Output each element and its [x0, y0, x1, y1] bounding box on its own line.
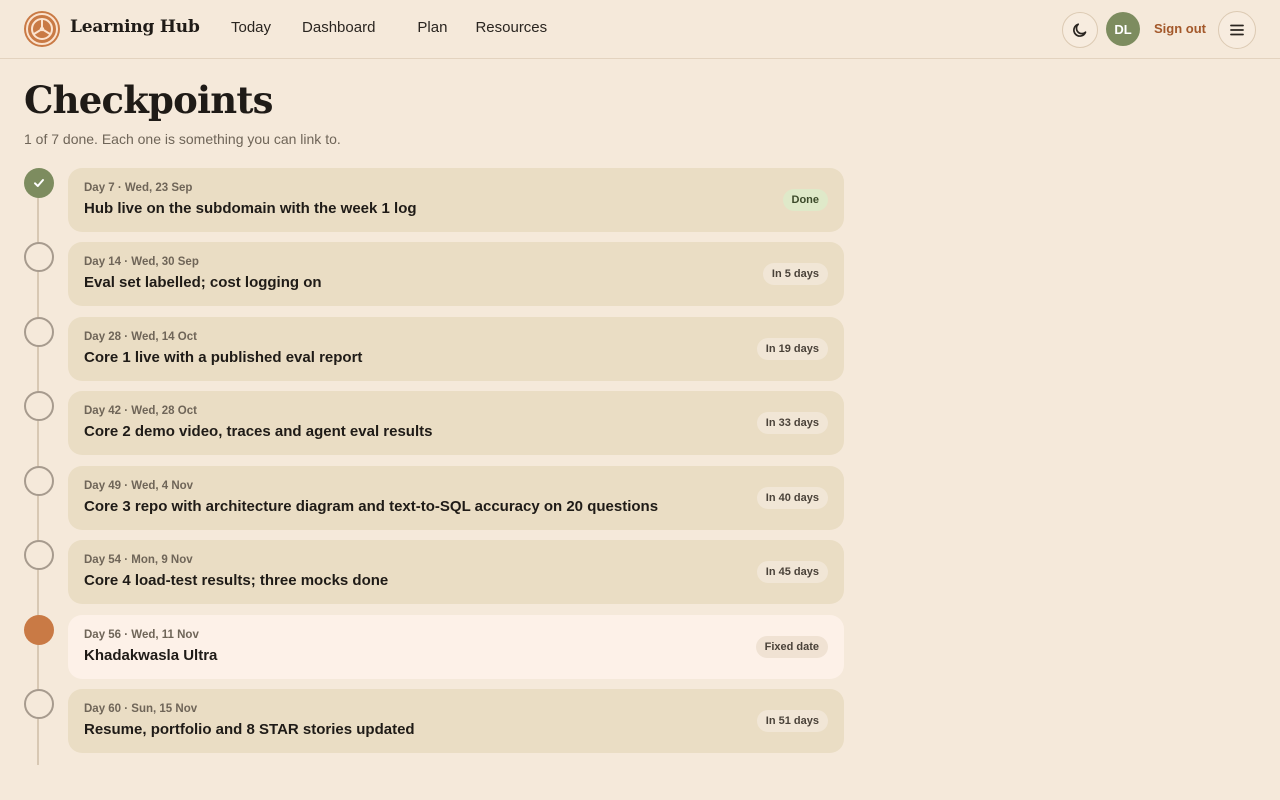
checkpoint-title: Core 4 load-test results; three mocks do…: [84, 572, 389, 589]
checkpoint-date: Day 7 · Wed, 23 Sep: [84, 182, 193, 194]
checkpoint-title: Eval set labelled; cost logging on: [84, 274, 322, 291]
nav-resources[interactable]: Resources: [475, 19, 547, 36]
checkpoint-title: Core 1 live with a published eval report: [84, 349, 363, 366]
checkpoint-card[interactable]: Day 28 · Wed, 14 Oct Core 1 live with a …: [68, 317, 844, 381]
theme-toggle-button[interactable]: [1062, 12, 1098, 48]
checkpoint-date: Day 28 · Wed, 14 Oct: [84, 331, 197, 343]
sign-out-link[interactable]: Sign out: [1154, 21, 1206, 36]
nav-plan[interactable]: Plan: [417, 19, 447, 36]
nav-dashboard[interactable]: Dashboard: [302, 19, 375, 36]
status-badge: In 33 days: [756, 412, 828, 434]
checkpoint-status-open: [24, 466, 54, 496]
checkpoint-date: Day 54 · Mon, 9 Nov: [84, 554, 193, 566]
status-badge: In 51 days: [756, 710, 828, 732]
top-header: Learning Hub Today Dashboard Plan Resour…: [0, 0, 1280, 59]
checkpoint-date: Day 56 · Wed, 11 Nov: [84, 629, 199, 641]
checkpoint-status-open: [24, 540, 54, 570]
status-badge: In 19 days: [756, 338, 828, 360]
status-badge: In 45 days: [756, 561, 828, 583]
checkpoint-status-fixed: [24, 615, 54, 645]
moon-icon: [1073, 23, 1087, 37]
checkpoint-title: Hub live on the subdomain with the week …: [84, 200, 417, 217]
nav-today[interactable]: Today: [231, 19, 271, 36]
checkpoint-card[interactable]: Day 60 · Sun, 15 Nov Resume, portfolio a…: [68, 689, 844, 753]
checkpoint-date: Day 42 · Wed, 28 Oct: [84, 405, 197, 417]
checkpoint-date: Day 49 · Wed, 4 Nov: [84, 480, 194, 492]
page-subtitle: 1 of 7 done. Each one is something you c…: [24, 131, 341, 147]
checkpoint-title: Khadakwasla Ultra: [84, 647, 218, 664]
checkpoint-title: Core 2 demo video, traces and agent eval…: [84, 423, 433, 440]
checkpoint-status-open: [24, 391, 54, 421]
check-icon: [34, 179, 44, 187]
status-badge: In 40 days: [756, 487, 828, 509]
checkpoint-card[interactable]: Day 49 · Wed, 4 Nov Core 3 repo with arc…: [68, 466, 844, 530]
page-title: Checkpoints: [24, 78, 273, 122]
checkpoint-card[interactable]: Day 14 · Wed, 30 Sep Eval set labelled; …: [68, 242, 844, 306]
checkpoint-status-done: [24, 168, 54, 198]
checkpoint-status-open: [24, 689, 54, 719]
checkpoint-card[interactable]: Day 42 · Wed, 28 Oct Core 2 demo video, …: [68, 391, 844, 455]
checkpoint-title: Core 3 repo with architecture diagram an…: [84, 498, 659, 515]
main-nav: Today Dashboard Plan Resources: [231, 19, 579, 36]
status-badge: Done: [782, 189, 828, 211]
app-name[interactable]: Learning Hub: [70, 17, 200, 37]
checkpoint-title: Resume, portfolio and 8 STAR stories upd…: [84, 721, 415, 738]
user-avatar[interactable]: DL: [1106, 12, 1140, 46]
checkpoint-status-open: [24, 317, 54, 347]
status-badge: Fixed date: [755, 636, 828, 658]
checkpoint-card[interactable]: Day 54 · Mon, 9 Nov Core 4 load-test res…: [68, 540, 844, 604]
menu-button[interactable]: [1218, 11, 1256, 49]
checkpoint-status-open: [24, 242, 54, 272]
status-badge: In 5 days: [762, 263, 828, 285]
hamburger-menu-icon: [1230, 24, 1244, 36]
learning-hub-logo-icon[interactable]: [24, 11, 60, 47]
checkpoint-date: Day 60 · Sun, 15 Nov: [84, 703, 198, 715]
checkpoint-card[interactable]: Day 7 · Wed, 23 Sep Hub live on the subd…: [68, 168, 844, 232]
checkpoint-card-highlighted[interactable]: Day 56 · Wed, 11 Nov Khadakwasla Ultra F…: [68, 615, 844, 679]
checkpoint-date: Day 14 · Wed, 30 Sep: [84, 256, 199, 268]
